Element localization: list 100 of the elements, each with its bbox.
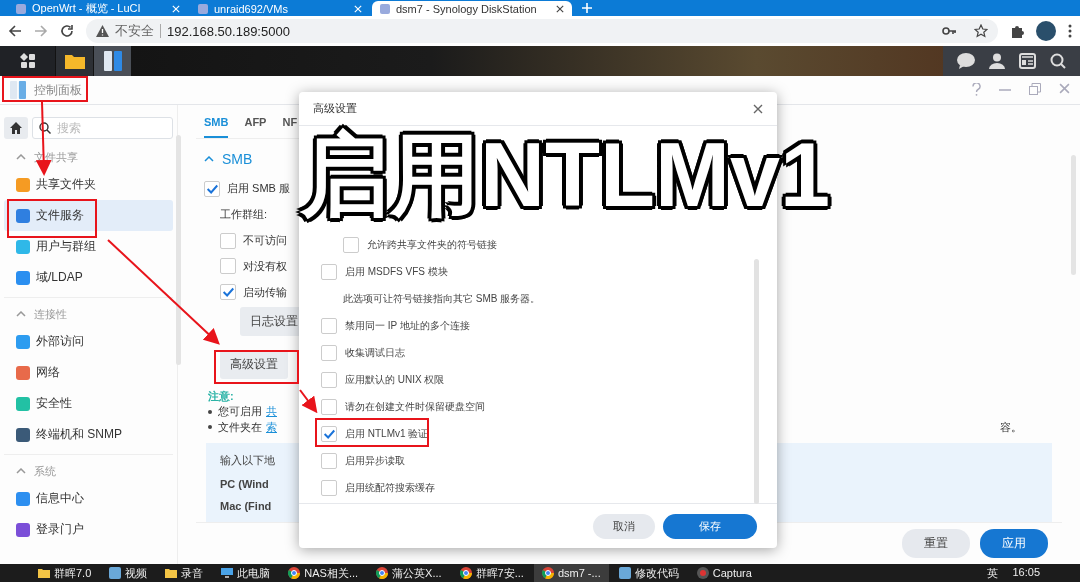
home-icon bbox=[10, 122, 22, 134]
checkbox[interactable] bbox=[321, 398, 337, 415]
taskbar-item[interactable]: NAS相关... bbox=[280, 564, 367, 582]
advanced-settings-button[interactable]: 高级设置 bbox=[220, 350, 288, 380]
taskbar-item[interactable]: 群晖7安... bbox=[451, 564, 532, 582]
sidebar-item[interactable]: 外部访问 bbox=[4, 326, 173, 357]
sidebar-item[interactable]: 终端机和 SNMP bbox=[4, 419, 173, 450]
checkbox-label: 收集调试日志 bbox=[345, 345, 405, 360]
back-arrow-icon[interactable] bbox=[8, 24, 22, 38]
checkbox[interactable] bbox=[321, 263, 337, 280]
puzzle-icon[interactable] bbox=[1010, 24, 1024, 38]
taskbar-item[interactable]: 修改代码 bbox=[610, 564, 687, 582]
arrow bbox=[299, 389, 318, 414]
star-icon[interactable] bbox=[974, 24, 988, 38]
help-icon[interactable] bbox=[972, 83, 981, 96]
clock[interactable]: 16:05 bbox=[1012, 565, 1040, 581]
avatar[interactable] bbox=[1036, 21, 1056, 41]
taskbar-item[interactable]: 此电脑 bbox=[213, 564, 279, 582]
checkbox[interactable] bbox=[343, 236, 359, 253]
checkbox[interactable] bbox=[204, 180, 220, 197]
checkbox-label: 应用默认的 UNIX 权限 bbox=[345, 372, 445, 387]
main-menu-icon[interactable] bbox=[19, 53, 36, 69]
checkbox[interactable] bbox=[220, 232, 236, 249]
browser-tab[interactable]: OpenWrt - 概览 - LuCI bbox=[8, 1, 188, 16]
checkbox[interactable] bbox=[321, 344, 337, 361]
checkbox[interactable] bbox=[321, 479, 337, 496]
scrollbar[interactable] bbox=[1071, 155, 1076, 275]
chevron-up-icon[interactable] bbox=[16, 468, 26, 474]
link[interactable]: 索 bbox=[266, 419, 277, 435]
dialog-title: 高级设置 bbox=[313, 101, 357, 116]
chevron-up-icon[interactable] bbox=[16, 154, 26, 160]
home-button[interactable] bbox=[4, 117, 28, 139]
browser-icon bbox=[541, 567, 554, 579]
folder-icon bbox=[38, 568, 50, 578]
chevron-up-icon[interactable] bbox=[204, 156, 214, 163]
checkbox[interactable] bbox=[220, 258, 236, 275]
sidebar-item[interactable]: 域/LDAP bbox=[4, 262, 173, 293]
file-station-button[interactable] bbox=[56, 46, 93, 76]
search-icon[interactable] bbox=[1050, 53, 1066, 69]
info-text: PC (Wind bbox=[220, 478, 269, 490]
chat-bubble-icon[interactable] bbox=[957, 53, 975, 69]
site-icon bbox=[16, 3, 26, 14]
taskbar-item[interactable]: 群晖7.0 bbox=[30, 564, 100, 582]
forward-arrow-icon[interactable] bbox=[34, 24, 48, 38]
reset-button[interactable]: 重置 bbox=[902, 529, 970, 558]
sidebar-item[interactable]: 文件服务 bbox=[4, 200, 173, 231]
scrollbar[interactable] bbox=[754, 259, 759, 504]
close-icon[interactable] bbox=[753, 103, 763, 114]
taskbar-item[interactable]: 录音 bbox=[157, 564, 212, 582]
site-icon bbox=[198, 3, 208, 14]
tab[interactable]: NF bbox=[282, 115, 298, 138]
browser-tab[interactable]: dsm7 - Synology DiskStation bbox=[372, 1, 572, 16]
input-method[interactable]: 英 bbox=[987, 565, 999, 581]
address-bar[interactable]: 不安全 192.168.50.189:5000 bbox=[86, 19, 998, 43]
checkbox-label: 请勿在创建文件时保留硬盘空间 bbox=[345, 399, 485, 414]
sidebar-item[interactable]: 网络 bbox=[4, 357, 173, 388]
checkbox[interactable] bbox=[321, 371, 337, 388]
new-tab-icon[interactable] bbox=[582, 3, 592, 13]
sidebar-item[interactable]: 信息中心 bbox=[4, 483, 173, 514]
checkbox-label: 启用异步读取 bbox=[345, 453, 405, 468]
apply-button[interactable]: 应用 bbox=[980, 529, 1048, 558]
taskbar-item[interactable]: Captura bbox=[688, 564, 760, 582]
checkbox-label: 启用 SMB 服 bbox=[227, 181, 290, 197]
widgets-icon[interactable] bbox=[1019, 53, 1036, 69]
checkbox[interactable] bbox=[321, 425, 337, 442]
info-text: 输入以下地 bbox=[220, 453, 275, 468]
search-field[interactable]: 搜索 bbox=[32, 117, 173, 139]
note-text: 您可启用 bbox=[218, 404, 262, 420]
key-icon[interactable] bbox=[942, 27, 956, 35]
control-panel-button[interactable] bbox=[94, 46, 131, 76]
cancel-button[interactable]: 取消 bbox=[593, 513, 655, 539]
link[interactable]: 共 bbox=[266, 404, 277, 420]
close-icon[interactable] bbox=[556, 4, 564, 13]
sidebar-item[interactable]: 登录门户 bbox=[4, 514, 173, 545]
checkbox[interactable] bbox=[220, 284, 236, 301]
checkbox[interactable] bbox=[321, 452, 337, 469]
category-icon bbox=[16, 177, 30, 192]
sidebar-item[interactable]: 共享文件夹 bbox=[4, 169, 173, 200]
restore-icon[interactable] bbox=[1029, 83, 1041, 95]
taskbar-item[interactable]: dsm7 -... bbox=[533, 564, 609, 582]
sidebar-item[interactable]: 安全性 bbox=[4, 388, 173, 419]
record-icon bbox=[696, 567, 709, 579]
more-menu-icon[interactable] bbox=[1068, 24, 1072, 38]
folder-icon bbox=[165, 568, 178, 578]
sidebar-item[interactable]: 用户与群组 bbox=[4, 231, 173, 262]
section-header: 系统 bbox=[34, 463, 56, 479]
reload-icon[interactable] bbox=[60, 24, 74, 38]
chevron-up-icon[interactable] bbox=[16, 311, 26, 317]
browser-tab[interactable]: unraid692/VMs bbox=[190, 1, 370, 16]
checkbox[interactable] bbox=[321, 317, 337, 334]
checkbox-label: 对没有权 bbox=[243, 258, 287, 274]
taskbar-item[interactable]: 视频 bbox=[101, 564, 156, 582]
note-title: 注意: bbox=[208, 390, 234, 403]
scrollbar[interactable] bbox=[176, 135, 181, 365]
save-button[interactable]: 保存 bbox=[663, 513, 757, 539]
tab[interactable]: AFP bbox=[244, 115, 267, 138]
category-icon bbox=[16, 427, 30, 442]
user-icon[interactable] bbox=[989, 53, 1005, 69]
taskbar-item[interactable]: 蒲公英X... bbox=[368, 564, 450, 582]
window-title: 控制面板 bbox=[34, 81, 82, 99]
